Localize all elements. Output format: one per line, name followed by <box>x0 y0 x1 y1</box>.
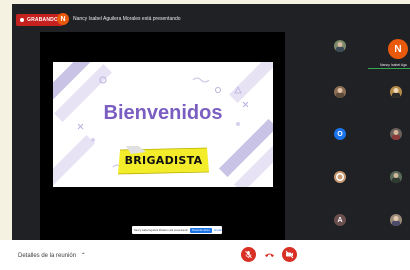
participant-photo[interactable] <box>334 86 346 98</box>
share-controls: Nancy Isabel Aguilera Morales está prese… <box>132 226 222 234</box>
camera-off-icon <box>285 250 294 259</box>
recording-label: GRABANDO <box>27 17 59 23</box>
mic-off-button[interactable] <box>241 247 256 262</box>
speaking-indicator <box>368 68 410 69</box>
recording-dot-icon <box>20 18 24 22</box>
slide: Bienvenidos BRIGADISTA <box>53 62 273 187</box>
participant-photo[interactable] <box>334 40 346 52</box>
meet-window: GRABANDO N Nancy Isabel Aguilera Morales… <box>12 4 410 270</box>
camera-off-button[interactable] <box>282 247 297 262</box>
slide-title: Bienvenidos <box>103 102 223 124</box>
top-banner: GRABANDO N Nancy Isabel Aguilera Morales… <box>12 8 410 30</box>
participant-photo[interactable] <box>390 171 402 183</box>
meeting-details-label: Detalles de la reunión <box>18 253 77 259</box>
end-call-icon <box>265 253 274 257</box>
participant-photo[interactable] <box>390 86 402 98</box>
share-status-text: Nancy Isabel Aguilera Morales está prese… <box>134 228 188 232</box>
presentation-stage: Bienvenidos BRIGADISTA Nancy Isabel Agui… <box>40 32 285 242</box>
brigadista-tape-image: BRIGADISTA <box>116 146 211 176</box>
present-now-button[interactable]: Presentar ahora <box>189 227 212 233</box>
presenter-avatar: N <box>57 13 69 25</box>
mic-off-icon <box>245 250 252 259</box>
hide-button[interactable]: Ocultar <box>214 229 222 232</box>
participant-featured-avatar[interactable]: N <box>388 39 408 59</box>
participant-photo[interactable] <box>390 214 402 226</box>
participant-photo[interactable] <box>390 128 402 140</box>
end-call-button[interactable] <box>262 247 277 262</box>
recording-badge: GRABANDO <box>16 14 64 26</box>
participant-featured-name: Nancy Isabel Agu <box>380 63 408 67</box>
participant-avatar[interactable]: A <box>334 214 346 226</box>
meeting-details-button[interactable]: Detalles de la reunión ⌃ <box>18 252 86 259</box>
chevron-up-icon: ⌃ <box>80 253 86 259</box>
participant-photo[interactable] <box>334 171 346 183</box>
presenter-status: Nancy Isabel Aguilera Morales está prese… <box>73 16 181 22</box>
bottom-bar: Detalles de la reunión ⌃ <box>0 240 410 270</box>
tape-text: BRIGADISTA <box>124 154 203 167</box>
participant-avatar[interactable]: O <box>334 128 346 140</box>
